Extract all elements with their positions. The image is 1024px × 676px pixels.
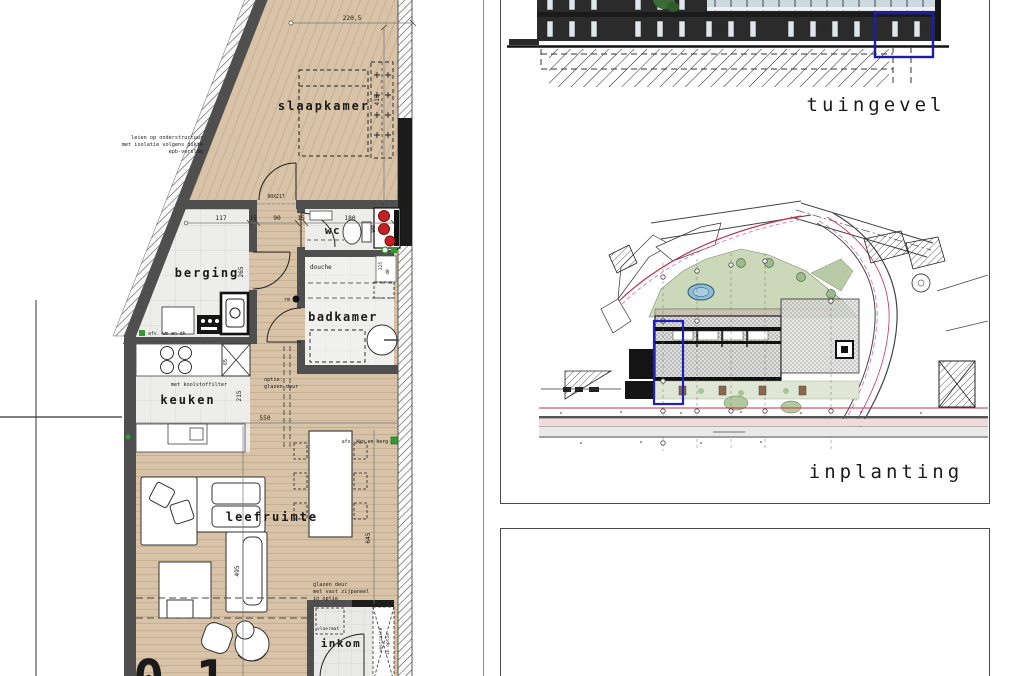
boiler — [162, 307, 194, 334]
svg-text:265: 265 — [238, 266, 245, 277]
svg-text:225: 225 — [378, 262, 384, 270]
kitchen-counter — [136, 344, 250, 376]
svg-text:90: 90 — [370, 225, 377, 233]
kitchen-island — [136, 424, 245, 452]
svg-text:15: 15 — [249, 215, 257, 222]
svg-text:in optie: in optie — [385, 633, 391, 655]
exterior-wall-right — [398, 0, 412, 676]
svg-text:495: 495 — [234, 565, 241, 576]
room-label-keuken: keuken — [160, 393, 215, 407]
drain-symbol — [126, 435, 131, 440]
empty-panel — [500, 528, 990, 676]
tv-cabinet — [159, 562, 211, 618]
svg-text:15: 15 — [297, 215, 305, 222]
svg-text:optie:: optie: — [264, 377, 283, 383]
drain-symbol — [391, 437, 398, 444]
wc-shelf — [310, 211, 332, 220]
svg-text:in optie: in optie — [313, 596, 338, 602]
exterior-wall-left — [124, 336, 136, 676]
svg-text:met koolstoffilter: met koolstoffilter — [171, 382, 227, 388]
svg-text:180: 180 — [344, 215, 355, 222]
room-label-wc: wc — [325, 224, 341, 237]
smoke-detector — [293, 296, 300, 303]
room-label-slaapkamer: slaapkamer — [278, 99, 370, 113]
svg-text:glazen deur: glazen deur — [313, 582, 347, 588]
sheet-divider — [483, 0, 484, 676]
svg-text:met isolatie volgens dikte: met isolatie volgens dikte — [122, 142, 203, 148]
svg-text:afv. kkn en berg: afv. kkn en berg — [342, 439, 388, 445]
elevation-drawing: tuingevel — [507, 0, 949, 116]
svg-text:epb-verslag: epb-verslag — [169, 149, 203, 155]
svg-text:90X217: 90X217 — [267, 194, 284, 200]
elevation-label: tuingevel — [807, 94, 946, 116]
drain-symbol — [391, 247, 397, 253]
washing-machine — [221, 293, 248, 334]
svg-text:met vast zijpaneel: met vast zijpaneel — [313, 589, 369, 595]
toilet — [343, 220, 371, 244]
drawing-sheet: slaapkamer berging wc douche badkamer ke… — [0, 0, 1024, 676]
room-label-douche: douche — [310, 264, 332, 271]
elevation-site-panel: tuingevel — [500, 0, 990, 504]
svg-text:215: 215 — [236, 390, 243, 401]
plant — [667, 2, 679, 12]
svg-text:leien op onderstructuur: leien op onderstructuur — [131, 135, 203, 141]
svg-text:550: 550 — [259, 415, 270, 422]
svg-text:220,5: 220,5 — [343, 15, 362, 22]
svg-text:117: 117 — [215, 215, 226, 222]
room-label-badkamer: badkamer — [308, 310, 378, 324]
room-label-berging: berging — [175, 266, 240, 280]
floor-plan: slaapkamer berging wc douche badkamer ke… — [0, 0, 497, 676]
svg-text:vestiaire: vestiaire — [378, 627, 384, 652]
svg-text:90: 90 — [273, 215, 281, 222]
unit-number: 0.1 — [133, 650, 227, 676]
room-label-inkom: inkom — [321, 637, 362, 650]
svg-text:afv. wm en dk: afv. wm en dk — [148, 331, 186, 337]
site-plan-label: inplanting — [809, 461, 963, 483]
drain-symbol — [382, 247, 388, 253]
dryer — [197, 315, 221, 334]
svg-text:40: 40 — [385, 269, 391, 275]
svg-text:645: 645 — [365, 532, 372, 543]
svg-text:glazen deur: glazen deur — [264, 384, 298, 390]
site-plan-drawing: inplanting — [539, 201, 988, 483]
svg-text:rm: rm — [284, 297, 290, 303]
heating-unit — [374, 208, 400, 248]
drain-symbol — [139, 330, 145, 336]
room-label-leefruimte: leefruimte — [226, 510, 318, 524]
svg-text:415: 415 — [374, 94, 381, 105]
svg-text:vloermat: vloermat — [317, 626, 339, 632]
elevation-and-site-svg: tuingevel — [501, 0, 988, 502]
svg-text:65: 65 — [223, 359, 229, 365]
